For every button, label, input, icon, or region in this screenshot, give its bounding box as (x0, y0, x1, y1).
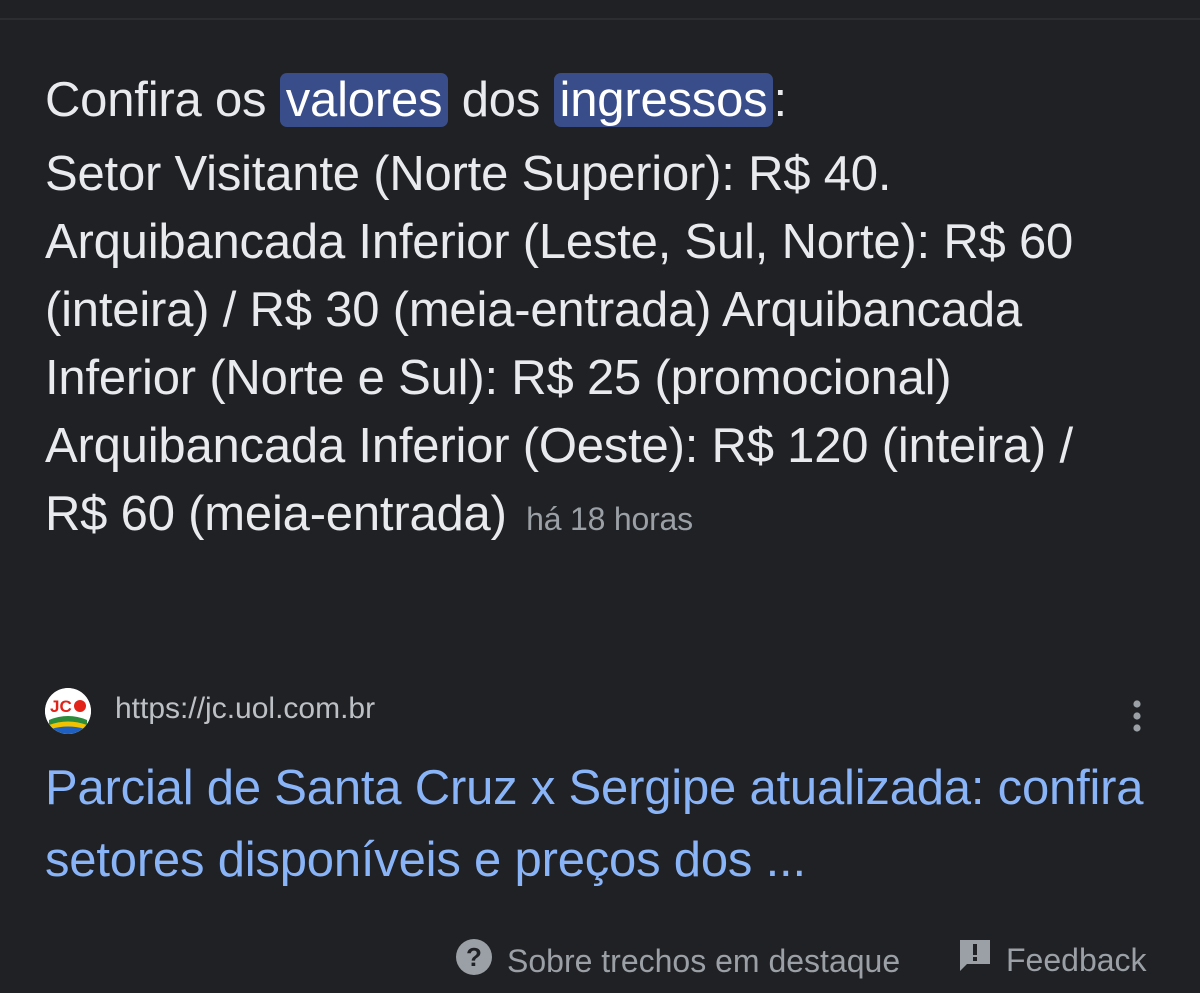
feedback-icon (958, 938, 992, 982)
source-url[interactable]: https://jc.uol.com.br (115, 692, 375, 726)
heading-middle: dos (448, 73, 554, 127)
about-snippets-button[interactable]: ? Sobre trechos em destaque (455, 938, 900, 984)
favicon-text: JC (50, 697, 72, 716)
snippet-heading: Confira os valores dos ingressos: (45, 60, 1155, 140)
heading-prefix: Confira os (45, 73, 280, 127)
about-snippets-label: Sobre trechos em destaque (507, 942, 901, 979)
feedback-label: Feedback (1006, 941, 1147, 978)
snippet-footer: ? Sobre trechos em destaque Feedback (0, 938, 1200, 982)
help-circle-icon: ? (455, 938, 493, 984)
snippet-body: Setor Visitante (Norte Superior): R$ 40.… (45, 140, 1140, 553)
result-title-link[interactable]: Parcial de Santa Cruz x Sergipe atualiza… (45, 752, 1155, 896)
more-vert-icon[interactable] (1127, 698, 1147, 738)
highlight-valores: valores (279, 73, 449, 127)
highlight-ingressos: ingressos (553, 73, 774, 127)
heading-suffix: : (773, 73, 787, 127)
feedback-button[interactable]: Feedback (958, 938, 1147, 982)
top-divider (0, 18, 1200, 20)
result-source[interactable]: JC https://jc.uol.com.br (45, 688, 1155, 738)
svg-text:?: ? (466, 942, 482, 972)
snippet-timestamp: há 18 horas (526, 501, 693, 537)
jc-favicon-icon: JC (45, 688, 91, 734)
featured-snippet: Confira os valores dos ingressos: Setor … (45, 60, 1155, 553)
snippet-text: Setor Visitante (Norte Superior): R$ 40.… (45, 147, 1074, 541)
